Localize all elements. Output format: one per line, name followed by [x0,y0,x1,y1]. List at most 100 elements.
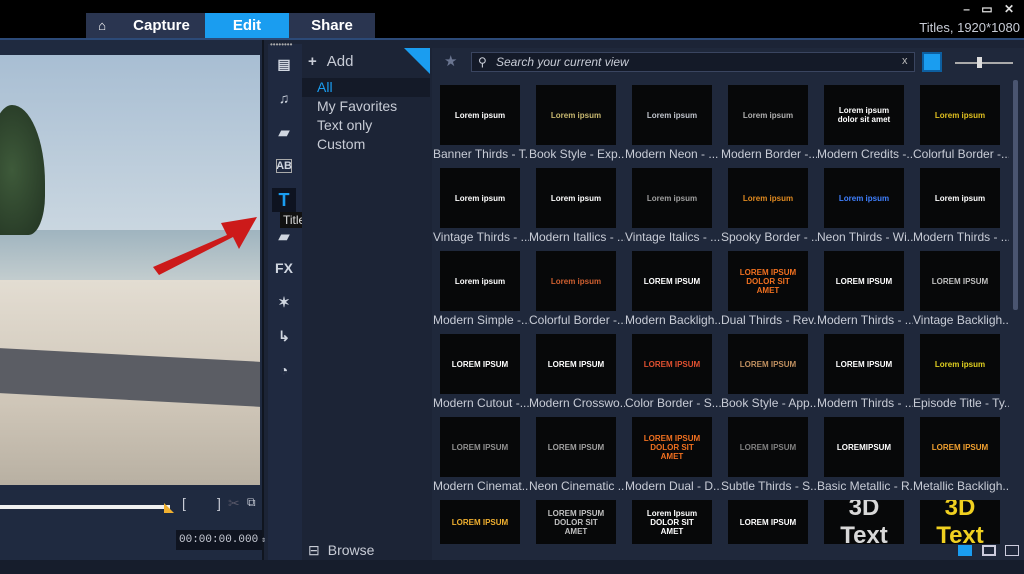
edit-icon[interactable] [1005,545,1019,556]
thumbnail-label: Neon Thirds - Wi... [817,230,913,244]
timecode-field[interactable]: 00:00:00.000 ⇕ [176,530,266,550]
speedometer-icon[interactable]: ◔ [272,358,296,382]
search-input[interactable]: ⚲ Search your current view [471,52,915,72]
category-my-favorites[interactable]: My Favorites [302,97,430,116]
media-icon[interactable]: ▤ [272,52,296,76]
title-thumbnail[interactable]: LOREM IPSUM [824,334,904,394]
split-view-icon[interactable] [982,545,996,556]
path-icon[interactable]: ↳ [272,324,296,348]
thumbnail-size-slider[interactable] [955,62,1013,64]
title-thumbnail[interactable]: Lorem ipsum [440,168,520,228]
browse-button[interactable]: ⊟ Browse [308,542,374,559]
title-thumbnail[interactable]: LOREM IPSUM [536,417,616,477]
title-thumbnail[interactable]: LOREM IPSUM [632,251,712,311]
title-thumbnail[interactable]: Lorem ipsum [536,251,616,311]
title-thumbnail[interactable]: Lorem ipsum [824,168,904,228]
stepper-icon[interactable]: ⇕ [261,535,266,545]
title-thumbnail[interactable]: LOREM IPSUM DOLOR SIT AMET [632,417,712,477]
red-arrow-annotation [153,217,257,275]
title-thumbnail[interactable]: LOREM IPSUM [824,251,904,311]
add-button[interactable]: + Add [308,53,353,70]
thumbnail-label: Modern Dual - D... [625,479,721,493]
thumbnail-preview-text: LOREM IPSUM [739,442,797,452]
audio-icon[interactable]: ♫ [272,86,296,110]
title-thumbnail[interactable]: 3D Text [920,500,1000,544]
transition-icon[interactable]: AB [276,159,292,173]
title-thumbnail[interactable]: Lorem ipsum [728,85,808,145]
title-thumbnail[interactable]: Lorem ipsum [920,168,1000,228]
title-thumbnail[interactable]: Lorem ipsum [728,168,808,228]
title-thumbnail[interactable]: Lorem Ipsum DOLOR SIT AMET [632,500,712,544]
thumbnail-label: Metallic Backligh... [913,479,1009,493]
thumbnail-preview-text: LOREM IPSUM DOLOR SIT AMET [739,267,797,295]
copy-icon[interactable]: ⧉ [247,495,256,510]
thumbnail-preview-text: Lorem ipsum [646,193,698,203]
thumbnail-label: Modern Crosswo... [529,396,625,410]
title-thumbnail[interactable]: Lorem ipsum [920,85,1000,145]
scrollbar[interactable] [1013,80,1018,310]
thumbnail-label: Vintage Thirds - ... [433,230,529,244]
title-thumbnail[interactable]: LOREM IPSUM [728,500,808,544]
thumbnail-label: Modern Itallics - ... [529,230,625,244]
search-placeholder: Search your current view [496,55,629,69]
title-thumbnail[interactable]: Lorem ipsum dolor sit amet [824,85,904,145]
title-thumbnail[interactable]: LOREM IPSUM [728,334,808,394]
fx-icon[interactable]: FX [272,256,296,280]
title-thumbnail[interactable]: LOREM IPSUM [920,417,1000,477]
home-icon: ⌂ [98,18,106,33]
title-thumbnail[interactable]: LOREM IPSUM [440,500,520,544]
title-thumbnail[interactable]: LOREM IPSUM [536,334,616,394]
instant-project-icon[interactable]: ▰ [272,120,296,144]
thumbnail-preview-text: Lorem ipsum [550,193,602,203]
magic-wand-icon[interactable]: ✶ [272,290,296,314]
mark-in-button[interactable]: [ [182,495,186,511]
titles-icon[interactable]: T [272,188,296,212]
slider-knob[interactable] [977,57,982,68]
tab-edit[interactable]: Edit [205,13,289,38]
home-tab[interactable]: ⌂ [86,13,118,38]
title-thumbnail[interactable]: Lorem ipsum [632,85,712,145]
title-thumbnail[interactable]: LOREM IPSUM [440,417,520,477]
title-thumbnail[interactable]: 3D Text [824,500,904,544]
title-thumbnail[interactable]: LOREMIPSUM [824,417,904,477]
category-text-only[interactable]: Text only [302,116,430,135]
drag-handle[interactable]: •••••••• [270,40,292,49]
title-thumbnail[interactable]: Lorem ipsum [536,85,616,145]
thumbnail-label: Basic Metallic - R... [817,479,913,493]
thumbnail-preview-text: Lorem ipsum dolor sit amet [837,106,891,124]
storyboard-view-icon[interactable] [958,545,972,556]
title-thumbnail[interactable]: Lorem ipsum [920,334,1000,394]
tab-capture[interactable]: Capture [118,13,205,38]
thumbnail-label: Subtle Thirds - S... [721,479,817,493]
category-custom[interactable]: Custom [302,135,430,154]
title-thumbnail[interactable]: LOREM IPSUM DOLOR SIT AMET [536,500,616,544]
view-mode-button[interactable] [922,52,942,72]
timeline-strip [0,560,1024,574]
mark-out-button[interactable]: ] [217,495,221,511]
title-thumbnail[interactable]: LOREM IPSUM [728,417,808,477]
add-favorite-icon[interactable]: ★ [444,52,457,70]
thumbnail-preview-text: LOREM IPSUM [739,359,797,369]
browse-label: Browse [327,542,375,558]
scissors-icon[interactable]: ✂ [228,495,240,512]
title-thumbnail[interactable]: LOREM IPSUM DOLOR SIT AMET [728,251,808,311]
title-thumbnail[interactable]: Lorem ipsum [440,251,520,311]
title-thumbnail[interactable]: Lorem ipsum [440,85,520,145]
clear-search-button[interactable]: x [902,55,908,67]
title-thumbnail[interactable]: Lorem ipsum [536,168,616,228]
thumbnail-preview-text: LOREM IPSUM [835,276,893,286]
tab-share[interactable]: Share [289,13,375,38]
thumbnail-preview-text: LOREM IPSUM [451,517,509,527]
graphics-icon[interactable]: ▰ [272,224,296,248]
title-thumbnail[interactable]: Lorem ipsum [632,168,712,228]
title-thumbnail[interactable]: LOREM IPSUM [920,251,1000,311]
category-all[interactable]: All [302,78,430,97]
window-controls[interactable]: – ▭ ✕ [963,2,1018,16]
project-info: Titles, 1920*1080 [919,20,1020,35]
thumbnail-preview-text: Lorem ipsum [550,276,602,286]
title-thumbnail[interactable]: LOREM IPSUM [440,334,520,394]
thumbnail-label: Modern Credits -... [817,147,913,161]
scrubber-bar[interactable] [0,505,170,509]
thumbnail-preview-text: LOREM IPSUM [451,442,509,452]
title-thumbnail[interactable]: LOREM IPSUM [632,334,712,394]
